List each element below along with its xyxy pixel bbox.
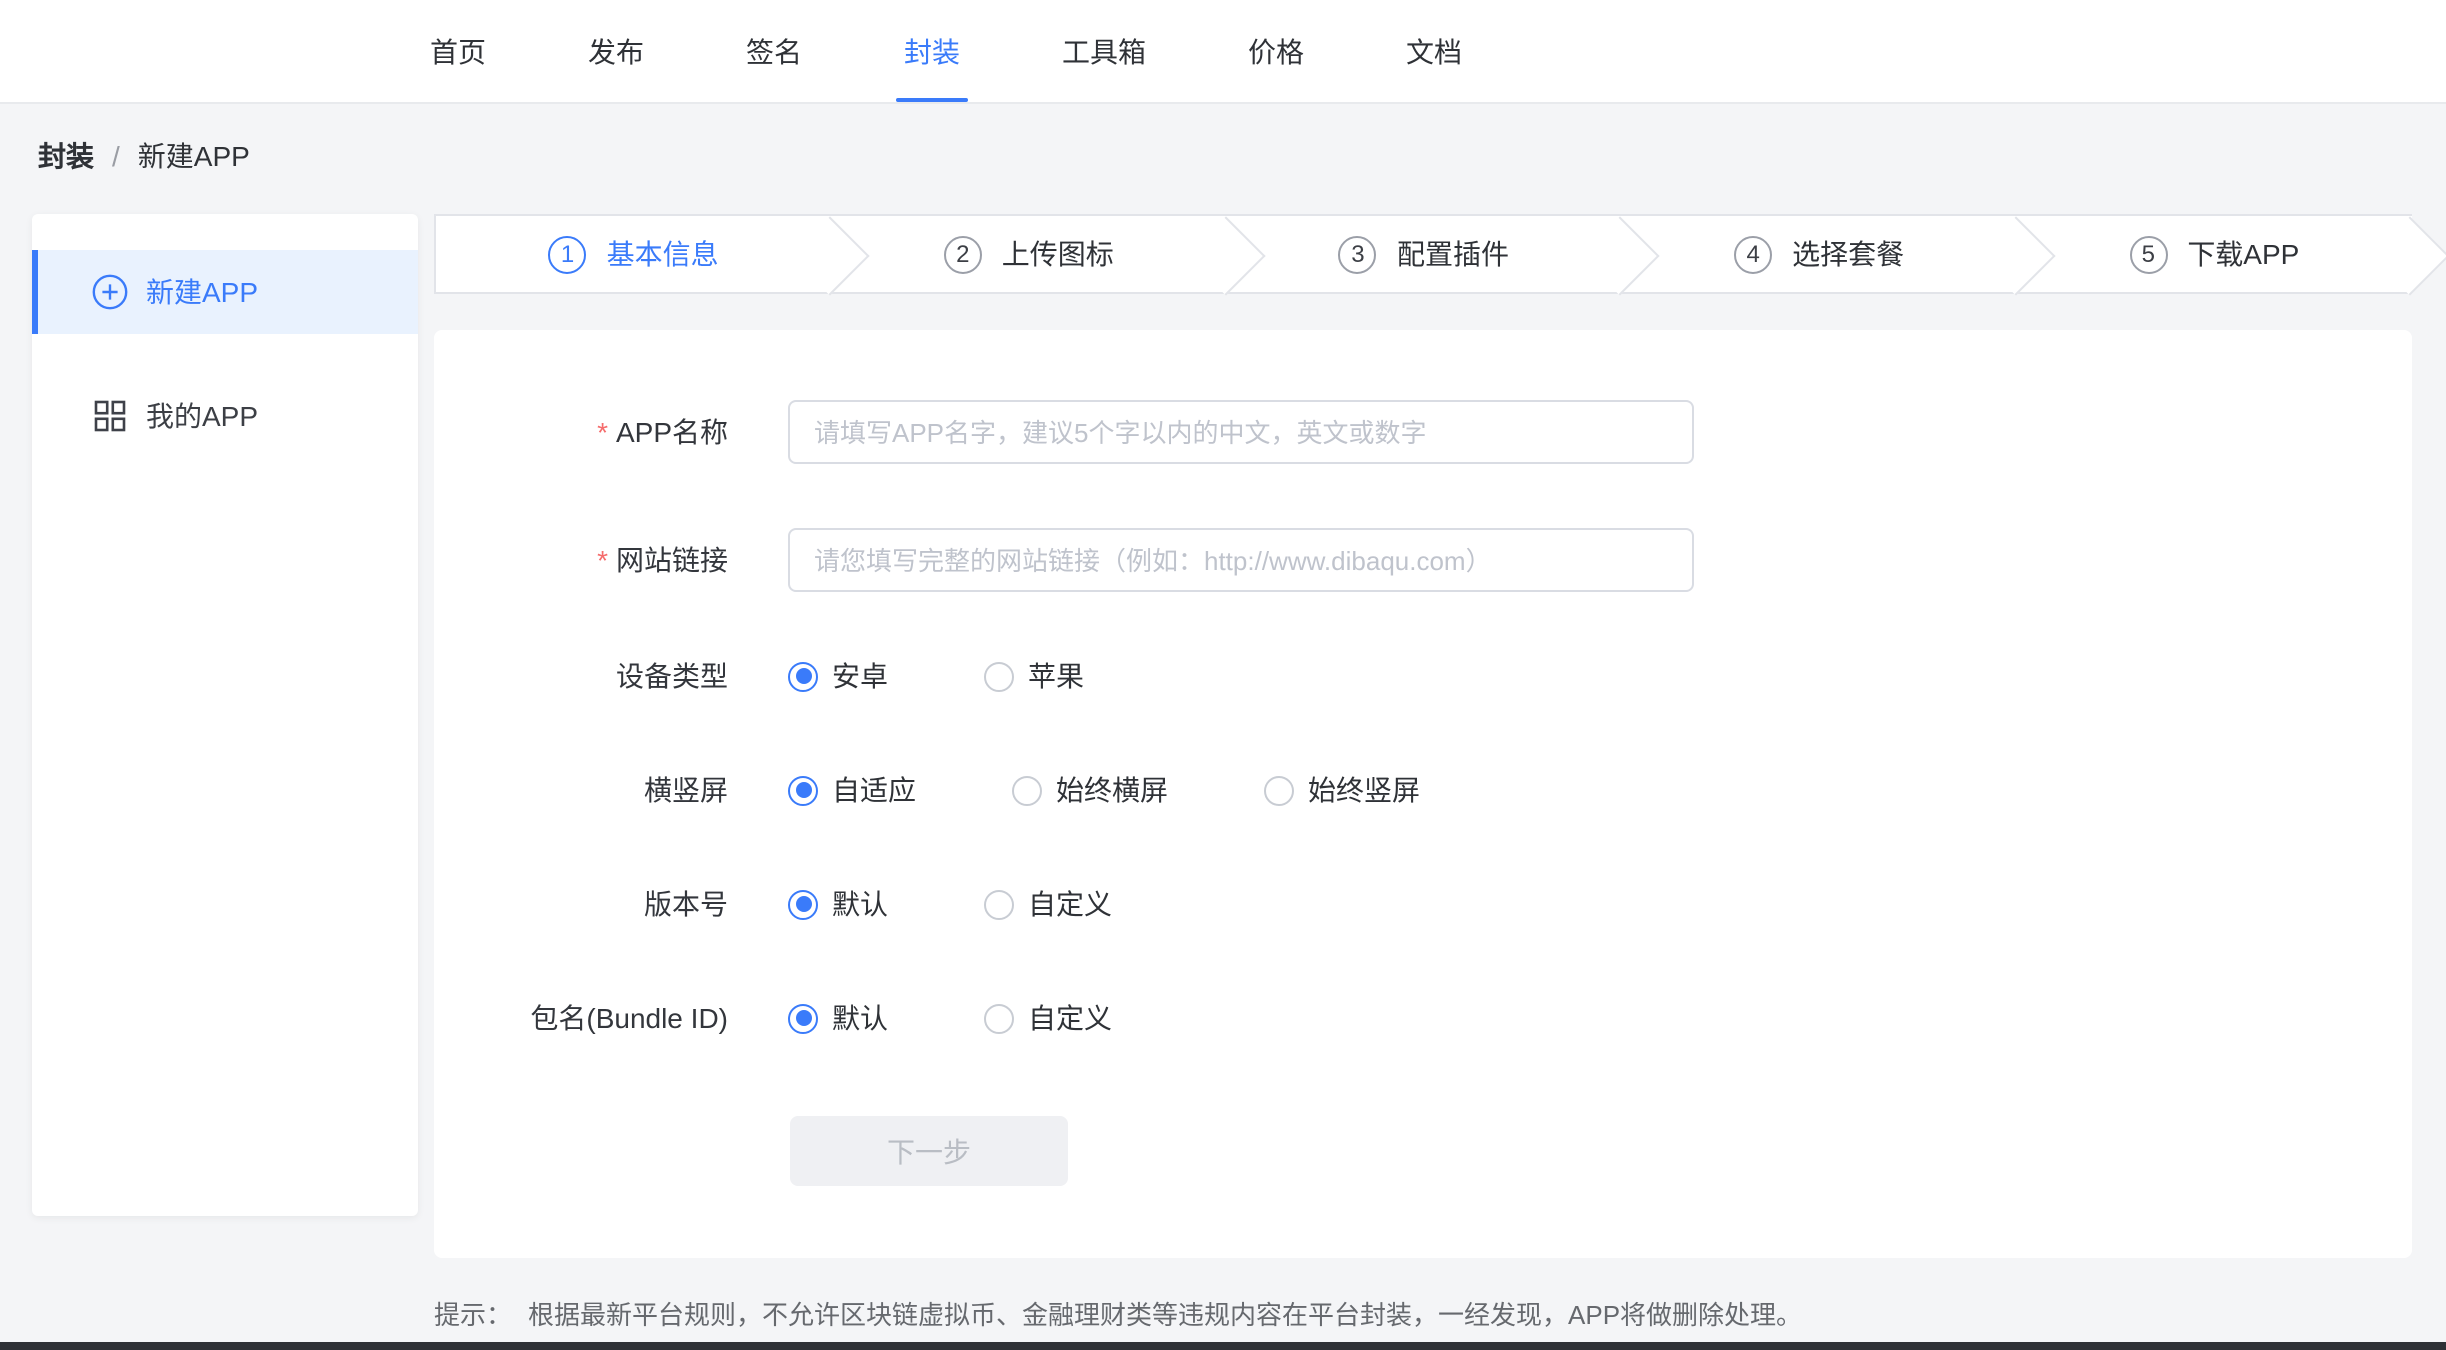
device-type-options: 安卓 苹果 xyxy=(788,656,1180,696)
step-label: 基本信息 xyxy=(607,234,719,274)
radio-option-adaptive[interactable]: 自适应 xyxy=(788,770,916,810)
device-type-row: 设备类型 安卓 苹果 xyxy=(434,656,2412,696)
nav-item-toolbox[interactable]: 工具箱 xyxy=(1054,0,1154,102)
sidebar-item-new-app[interactable]: 新建APP xyxy=(32,250,418,334)
radio-option-android[interactable]: 安卓 xyxy=(788,656,888,696)
site-url-label: *网站链接 xyxy=(434,540,728,580)
radio-option-label: 自定义 xyxy=(1028,998,1112,1038)
step-number-badge: 1 xyxy=(549,235,587,273)
sidebar-item-label: 我的APP xyxy=(146,396,258,436)
tip-text: 根据最新平台规则，不允许区块链虚拟币、金融理财类等违规内容在平台封装，一经发现，… xyxy=(528,1300,1802,1330)
next-step-button[interactable]: 下一步 xyxy=(790,1116,1068,1186)
step-label: 下载APP xyxy=(2187,234,2299,274)
nav-item-docs[interactable]: 文档 xyxy=(1398,0,1470,102)
step-download-app[interactable]: 5 下载APP xyxy=(2017,216,2412,292)
sidebar: 新建APP 我的APP xyxy=(32,214,418,1216)
radio-option-label: 自适应 xyxy=(832,770,916,810)
radio-checked-icon xyxy=(788,775,818,805)
radio-option-label: 默认 xyxy=(832,884,888,924)
grid-icon xyxy=(92,398,128,434)
top-nav: 首页 发布 签名 封装 工具箱 价格 文档 xyxy=(0,0,2446,104)
step-basic-info[interactable]: 1 基本信息 xyxy=(436,216,831,292)
nav-item-publish[interactable]: 发布 xyxy=(580,0,652,102)
step-number-badge: 4 xyxy=(1734,235,1772,273)
orientation-options: 自适应 始终横屏 始终竖屏 xyxy=(788,770,1516,810)
breadcrumb-section[interactable]: 封装 xyxy=(38,136,94,176)
nav-item-sign[interactable]: 签名 xyxy=(738,0,810,102)
breadcrumb-separator: / xyxy=(112,140,120,172)
radio-option-label: 始终横屏 xyxy=(1056,770,1168,810)
required-asterisk: * xyxy=(597,544,608,576)
site-url-row: *网站链接 xyxy=(434,528,2412,592)
radio-option-version-custom[interactable]: 自定义 xyxy=(984,884,1112,924)
step-label: 选择套餐 xyxy=(1792,234,1904,274)
radio-option-label: 安卓 xyxy=(832,656,888,696)
bundle-id-label: 包名(Bundle ID) xyxy=(434,998,728,1038)
radio-checked-icon xyxy=(788,661,818,691)
breadcrumb-current-page: 新建APP xyxy=(138,136,250,176)
step-configure-plugins[interactable]: 3 配置插件 xyxy=(1226,216,1621,292)
radio-option-bundle-default[interactable]: 默认 xyxy=(788,998,888,1038)
platform-rule-tip: 提示： 根据最新平台规则，不允许区块链虚拟币、金融理财类等违规内容在平台封装，一经… xyxy=(434,1294,2412,1332)
sidebar-item-label: 新建APP xyxy=(146,272,258,312)
page-bottom-bar xyxy=(0,1342,2446,1350)
step-label: 配置插件 xyxy=(1397,234,1509,274)
radio-unchecked-icon xyxy=(984,661,1014,691)
radio-unchecked-icon xyxy=(984,889,1014,919)
breadcrumb: 封装 / 新建APP xyxy=(0,104,2446,174)
radio-option-label: 苹果 xyxy=(1028,656,1084,696)
sidebar-item-my-apps[interactable]: 我的APP xyxy=(32,374,418,458)
app-name-label: *APP名称 xyxy=(434,412,728,452)
radio-option-always-portrait[interactable]: 始终竖屏 xyxy=(1264,770,1420,810)
radio-unchecked-icon xyxy=(984,1003,1014,1033)
step-upload-icon[interactable]: 2 上传图标 xyxy=(831,216,1226,292)
step-select-plan[interactable]: 4 选择套餐 xyxy=(1622,216,2017,292)
tip-label: 提示： xyxy=(434,1300,512,1330)
page: 首页 发布 签名 封装 工具箱 价格 文档 封装 / 新建APP 新建APP xyxy=(0,0,2446,1350)
device-type-label: 设备类型 xyxy=(434,656,728,696)
step-number-badge: 5 xyxy=(2129,235,2167,273)
radio-option-apple[interactable]: 苹果 xyxy=(984,656,1084,696)
version-options: 默认 自定义 xyxy=(788,884,1208,924)
content-area: 1 基本信息 2 上传图标 3 配置插件 xyxy=(434,214,2412,1332)
orientation-label: 横竖屏 xyxy=(434,770,728,810)
step-label: 上传图标 xyxy=(1002,234,1114,274)
step-number-badge: 2 xyxy=(944,235,982,273)
version-label: 版本号 xyxy=(434,884,728,924)
step-number-badge: 3 xyxy=(1339,235,1377,273)
app-name-input[interactable] xyxy=(788,400,1694,464)
radio-option-version-default[interactable]: 默认 xyxy=(788,884,888,924)
nav-item-home[interactable]: 首页 xyxy=(422,0,494,102)
radio-checked-icon xyxy=(788,1003,818,1033)
site-url-input[interactable] xyxy=(788,528,1694,592)
nav-item-pricing[interactable]: 价格 xyxy=(1240,0,1312,102)
step-wizard: 1 基本信息 2 上传图标 3 配置插件 xyxy=(434,214,2412,294)
radio-option-always-landscape[interactable]: 始终横屏 xyxy=(1012,770,1168,810)
bundle-id-row: 包名(Bundle ID) 默认 自定义 xyxy=(434,998,2412,1038)
main-layout: 新建APP 我的APP 1 xyxy=(0,214,2446,1332)
radio-option-label: 始终竖屏 xyxy=(1308,770,1420,810)
app-name-row: *APP名称 xyxy=(434,400,2412,464)
version-row: 版本号 默认 自定义 xyxy=(434,884,2412,924)
radio-option-bundle-custom[interactable]: 自定义 xyxy=(984,998,1112,1038)
form-actions: 下一步 xyxy=(434,1116,2412,1186)
radio-unchecked-icon xyxy=(1012,775,1042,805)
basic-info-form: *APP名称 *网站链接 设备类型 安卓 xyxy=(434,330,2412,1258)
nav-item-package[interactable]: 封装 xyxy=(896,0,968,102)
radio-option-label: 自定义 xyxy=(1028,884,1112,924)
radio-option-label: 默认 xyxy=(832,998,888,1038)
required-asterisk: * xyxy=(597,416,608,448)
radio-checked-icon xyxy=(788,889,818,919)
orientation-row: 横竖屏 自适应 始终横屏 始终竖屏 xyxy=(434,770,2412,810)
radio-unchecked-icon xyxy=(1264,775,1294,805)
bundle-id-options: 默认 自定义 xyxy=(788,998,1208,1038)
plus-circle-icon xyxy=(92,274,128,310)
